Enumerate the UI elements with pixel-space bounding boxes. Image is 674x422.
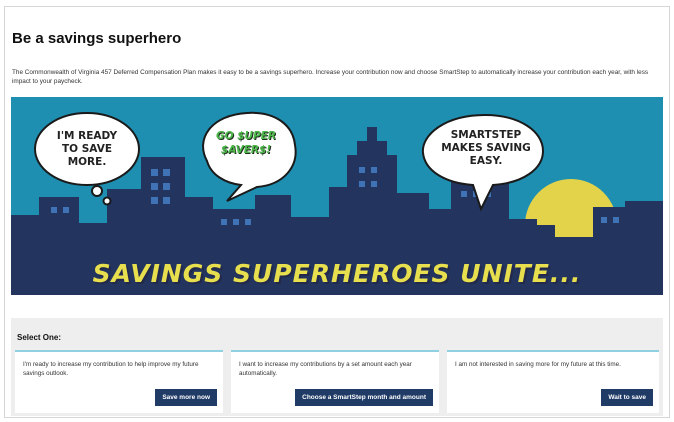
- intro-text: The Commonwealth of Virginia 457 Deferre…: [12, 69, 649, 85]
- option-text: I am not interested in saving more for m…: [455, 361, 621, 368]
- choose-smartstep-button[interactable]: Choose a SmartStep month and amount: [295, 389, 433, 406]
- superhero-banner: I'M READY TO SAVE MORE. GO $UPER $AVER$!…: [11, 97, 663, 295]
- save-more-now-button[interactable]: Save more now: [155, 389, 217, 406]
- page-title: Be a savings superhero: [12, 30, 182, 47]
- option-card-smartstep: I want to increase my contributions by a…: [231, 350, 439, 413]
- option-card-save-more: I'm ready to increase my contribution to…: [15, 350, 223, 413]
- select-panel: Select One: I'm ready to increase my con…: [11, 318, 663, 416]
- option-text: I'm ready to increase my contribution to…: [23, 361, 199, 377]
- select-label: Select One:: [17, 333, 62, 342]
- speech-bubble-left: I'M READY TO SAVE MORE.: [56, 130, 118, 168]
- wait-to-save-button[interactable]: Wait to save: [601, 389, 653, 406]
- speech-bubble-center: GO $UPER $AVER$!: [216, 130, 276, 156]
- speech-bubble-right: SMARTSTEP MAKES SAVING EASY.: [441, 129, 531, 167]
- option-card-wait: I am not interested in saving more for m…: [447, 350, 659, 413]
- banner-headline: SAVINGS SUPERHEROES UNITE...: [92, 259, 582, 288]
- option-text: I want to increase my contributions by a…: [239, 361, 412, 377]
